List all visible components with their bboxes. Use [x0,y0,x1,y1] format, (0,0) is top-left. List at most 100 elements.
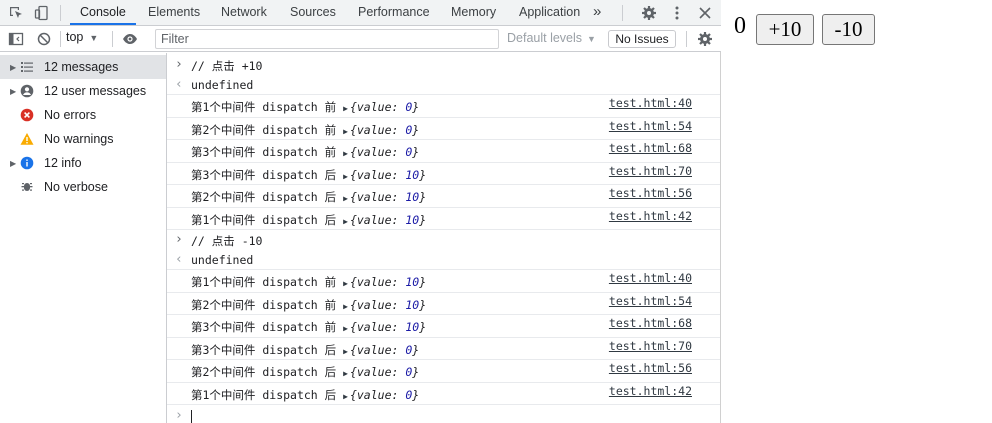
sidebar-toggle-icon[interactable] [3,26,29,51]
source-link[interactable]: test.html:42 [609,209,692,223]
sidebar-item-label: 12 messages [44,60,119,74]
source-link[interactable]: test.html:40 [609,96,692,110]
object-preview[interactable]: {value: 0} [350,100,419,114]
plus-ten-button[interactable]: +10 [756,14,814,45]
expand-object-icon[interactable]: ▶ [343,279,348,288]
object-preview[interactable]: {value: 10} [350,190,426,204]
object-value: 10 [405,190,420,205]
source-link[interactable]: test.html:68 [609,316,692,330]
settings-gear-icon[interactable] [636,0,662,25]
object-preview[interactable]: {value: 10} [350,213,426,227]
object-key: value [356,297,392,312]
log-message: 第3个中间件 dispatch 前 [191,145,337,160]
log-levels-label: Default levels [507,31,583,45]
source-link[interactable]: test.html:70 [609,164,692,178]
expand-object-icon[interactable]: ▶ [343,104,348,113]
object-preview[interactable]: {value: 10} [350,275,426,289]
source-link[interactable]: test.html:56 [609,361,692,375]
more-tabs-button[interactable]: » [589,0,605,25]
context-selector[interactable]: top ▼ [66,30,98,44]
source-link[interactable]: test.html:42 [609,384,692,398]
result-arrow-icon: ‹ [175,252,183,267]
log-message: 第3个中间件 dispatch 前 [191,320,337,335]
source-link[interactable]: test.html:68 [609,141,692,155]
console-log-row: 第2个中间件 dispatch 前 ▶ {value: 0} test.html:5… [167,118,720,140]
expand-object-icon[interactable]: ▶ [343,217,348,226]
object-preview[interactable]: {value: 0} [350,343,419,357]
expand-object-icon[interactable]: ▶ [343,149,348,158]
live-expression-eye-icon[interactable] [117,26,143,51]
tab-network[interactable]: Network [211,0,277,25]
inspect-element-icon[interactable] [3,0,29,25]
object-preview[interactable]: {value: 10} [350,298,426,312]
sidebar-item-no-errors[interactable]: No errors [0,103,166,127]
console-prompt[interactable]: › [167,406,720,423]
close-icon[interactable] [692,0,718,25]
object-preview[interactable]: {value: 0} [350,365,419,379]
source-link[interactable]: test.html:70 [609,339,692,353]
user-icon [18,84,36,98]
expand-object-icon[interactable]: ▶ [343,392,348,401]
expand-object-icon[interactable]: ▶ [343,347,348,356]
console-messages: ›// 点击 +10 ‹ undefined 第1个中间件 dispatch 前 ▶{… [167,53,720,423]
expand-object-icon[interactable]: ▶ [343,172,348,181]
console-log-text: 第1个中间件 dispatch 前 ▶ {value: 0} [191,99,419,115]
object-preview[interactable]: {value: 10} [350,320,426,334]
object-preview[interactable]: {value: 10} [350,168,426,182]
log-levels-dropdown[interactable]: Default levels ▼ [507,31,596,45]
object-key: value [356,190,392,205]
sidebar-item-12-messages[interactable]: ▶ 12 messages [0,55,166,79]
tab-sources[interactable]: Sources [280,0,346,25]
context-label: top [66,30,84,44]
console-settings-gear-icon[interactable] [692,26,718,51]
issues-button[interactable]: No Issues [608,30,676,48]
expand-object-icon[interactable]: ▶ [343,194,348,203]
object-key: value [356,100,392,115]
expand-object-icon[interactable]: ▶ [343,302,348,311]
expand-arrow-icon[interactable]: ▶ [0,87,16,96]
object-key: value [356,365,392,380]
tab-elements[interactable]: Elements [138,0,210,25]
expand-arrow-icon[interactable]: ▶ [0,159,16,168]
console-log-text: 第2个中间件 dispatch 后 ▶ {value: 0} [191,364,419,380]
object-key: value [356,145,392,160]
console-log-text: 第3个中间件 dispatch 前 ▶ {value: 10} [191,319,426,335]
console-toolbar: top ▼ Default levels ▼ No Issues [0,26,721,52]
divider [622,5,623,21]
log-message: 第2个中间件 dispatch 前 [191,297,337,312]
tab-console[interactable]: Console [70,0,136,25]
source-link[interactable]: test.html:54 [609,294,692,308]
source-link[interactable]: test.html:56 [609,186,692,200]
sidebar-item-no-verbose[interactable]: No verbose [0,175,166,199]
tab-application[interactable]: Application [509,0,590,25]
filter-input[interactable] [155,29,499,49]
sidebar-item-12-user-messages[interactable]: ▶ 12 user messages [0,79,166,103]
sidebar-item-12-info[interactable]: ▶ 12 info [0,151,166,175]
log-message: 第2个中间件 dispatch 后 [191,365,337,380]
clear-console-icon[interactable] [31,26,57,51]
sidebar-item-no-warnings[interactable]: No warnings [0,127,166,151]
sidebar-item-label: 12 user messages [44,84,147,98]
object-key: value [356,275,392,290]
minus-ten-button[interactable]: -10 [822,14,875,45]
expand-arrow-icon[interactable]: ▶ [0,63,16,72]
object-value: 0 [405,365,413,380]
source-link[interactable]: test.html:40 [609,271,692,285]
expand-object-icon[interactable]: ▶ [343,369,348,378]
object-preview[interactable]: {value: 0} [350,388,419,402]
expand-object-icon[interactable]: ▶ [343,324,348,333]
console-result: ‹ undefined [167,75,720,95]
tab-performance[interactable]: Performance [348,0,440,25]
source-link[interactable]: test.html:54 [609,119,692,133]
tab-memory[interactable]: Memory [441,0,506,25]
kebab-menu-icon[interactable] [664,0,690,25]
expand-object-icon[interactable]: ▶ [343,127,348,136]
device-toolbar-icon[interactable] [29,0,55,25]
object-preview[interactable]: {value: 0} [350,145,419,159]
log-message: 第3个中间件 dispatch 后 [191,342,337,357]
console-log-text: 第1个中间件 dispatch 前 ▶ {value: 10} [191,274,426,290]
object-key: value [356,387,392,402]
object-preview[interactable]: {value: 0} [350,123,419,137]
object-value: 10 [405,167,420,182]
sidebar-item-label: No errors [44,108,97,122]
